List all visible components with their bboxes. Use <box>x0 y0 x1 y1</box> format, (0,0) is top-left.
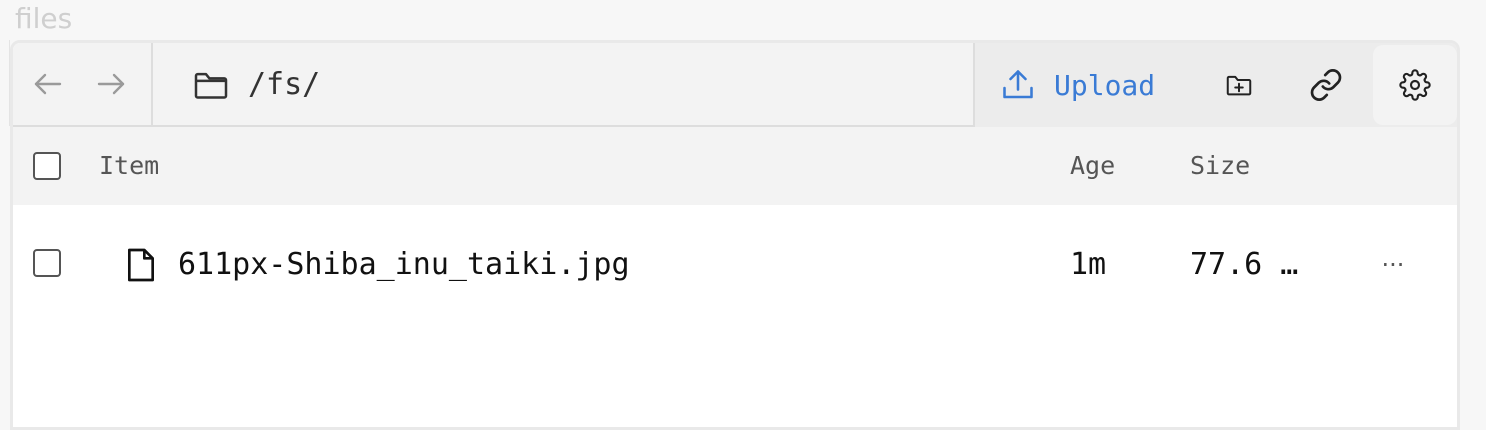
toolbar: /fs/ Upload <box>13 43 1457 127</box>
link-icon <box>1310 69 1342 101</box>
folder-icon <box>194 72 228 99</box>
select-all-checkbox[interactable] <box>33 152 61 180</box>
arrow-right-icon <box>97 73 125 95</box>
column-header-age[interactable]: Age <box>1070 149 1115 183</box>
current-path: /fs/ <box>248 67 321 102</box>
file-icon <box>128 248 154 282</box>
gear-icon <box>1399 69 1431 101</box>
file-age: 1m <box>1070 247 1107 282</box>
settings-button[interactable] <box>1373 45 1457 125</box>
row-checkbox[interactable] <box>33 249 61 277</box>
upload-icon <box>1003 70 1033 99</box>
new-folder-button[interactable] <box>1215 61 1263 109</box>
file-browser-panel: /fs/ Upload Item Age Size 611px-Shiba_in… <box>10 40 1460 430</box>
column-header-size[interactable]: Size <box>1190 149 1250 183</box>
action-group: Upload <box>973 43 1457 127</box>
navigation-group <box>13 43 153 127</box>
table-row[interactable]: 611px-Shiba_inu_taiki.jpg 1m 77.6 … ··· <box>13 205 1457 325</box>
file-name[interactable]: 611px-Shiba_inu_taiki.jpg <box>178 245 630 285</box>
upload-button[interactable]: Upload <box>1000 61 1155 109</box>
left-edge-divider <box>0 40 10 126</box>
folder-plus-icon <box>1226 75 1252 96</box>
back-button[interactable] <box>28 63 68 105</box>
file-size: 77.6 … <box>1190 247 1299 282</box>
path-bar[interactable]: /fs/ <box>153 43 975 127</box>
upload-label: Upload <box>1054 68 1156 102</box>
more-options-button[interactable]: ··· <box>1365 247 1421 283</box>
column-header-item[interactable]: Item <box>99 149 159 183</box>
table-header: Item Age Size <box>13 127 1457 205</box>
forward-button[interactable] <box>91 63 131 105</box>
arrow-left-icon <box>34 73 62 95</box>
share-link-button[interactable] <box>1302 61 1350 109</box>
app-title: files <box>15 2 73 35</box>
